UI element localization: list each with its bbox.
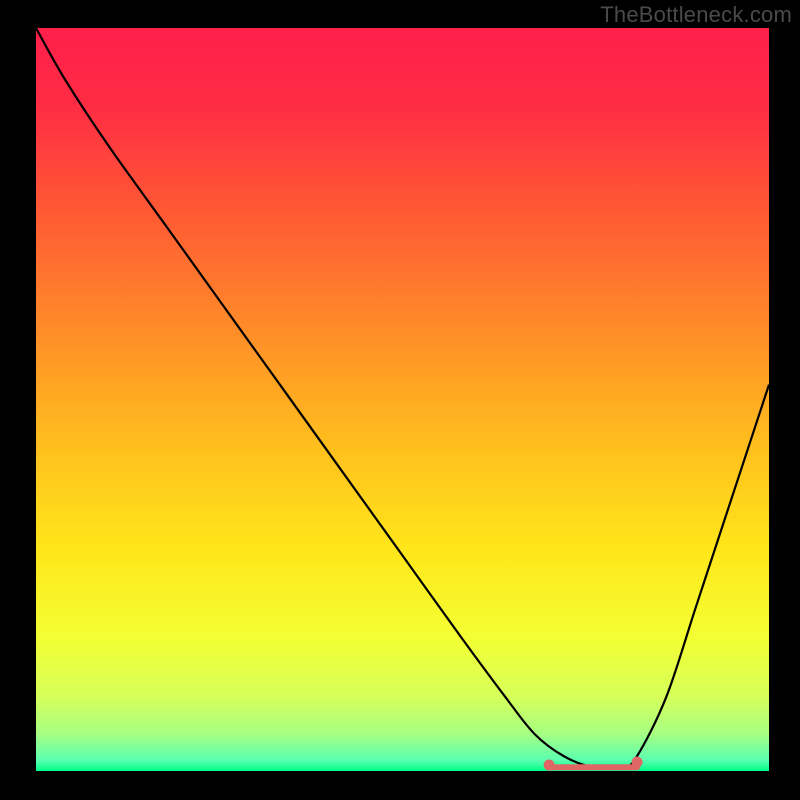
plateau-marker-dot [632,757,643,768]
chart-svg [0,0,800,800]
watermark-text: TheBottleneck.com [600,2,792,28]
chart-frame: { "watermark": "TheBottleneck.com", "col… [0,0,800,800]
plateau-marker-dot [544,760,555,771]
gradient-background [36,28,769,771]
